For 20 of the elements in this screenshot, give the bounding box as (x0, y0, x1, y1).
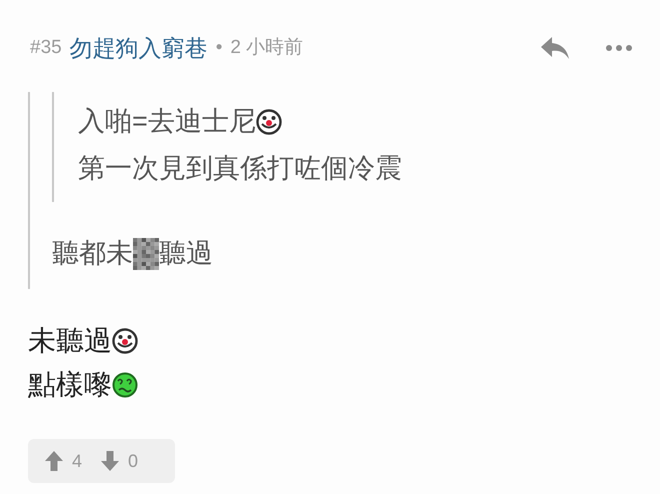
upvote-button[interactable]: 4 (44, 448, 82, 474)
author-link[interactable]: 勿趕狗入窮巷 (70, 30, 208, 66)
quoted-text: 第一次見到真係打咗個冷震 (78, 152, 402, 185)
clown-emoji-icon (112, 328, 138, 354)
down-arrow-icon (100, 450, 120, 472)
clown-emoji-icon (256, 108, 282, 134)
reply-icon[interactable] (540, 36, 570, 60)
downvote-button[interactable]: 0 (100, 448, 138, 474)
post-number: #35 (30, 36, 62, 60)
post-time: 2 小時前 (230, 36, 304, 60)
up-arrow-icon (44, 450, 64, 472)
post-text: 未聽過 (28, 324, 112, 358)
confused-emoji-icon (112, 372, 138, 398)
quoted-text: 入啪=去迪士尼 (78, 105, 256, 138)
more-icon[interactable] (606, 45, 632, 51)
quoted-text: 聽都未 (52, 237, 133, 270)
mosaic-icon (133, 238, 159, 270)
quoted-text: 聽過 (159, 237, 213, 270)
post-text: 點樣嚟 (28, 368, 112, 402)
separator-dot: • (216, 36, 222, 60)
